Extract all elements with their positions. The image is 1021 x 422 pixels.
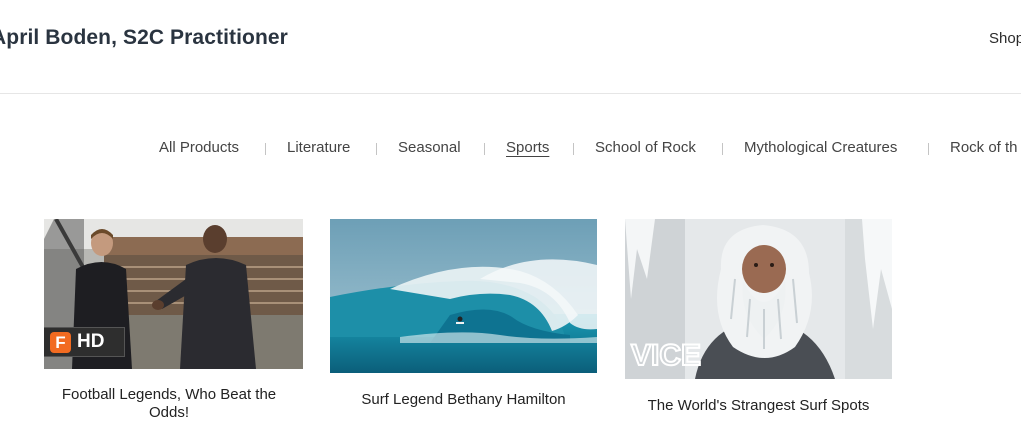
- product-caption[interactable]: Football Legends, Who Beat the Odds!: [44, 386, 294, 422]
- product-thumbnail[interactable]: VICE: [625, 219, 892, 379]
- hd-label: HD: [77, 331, 105, 352]
- nav-separator: [722, 143, 723, 155]
- nav-item-mythological-creatures[interactable]: Mythological Creatures: [744, 139, 897, 156]
- product-caption-line: Odds!: [148, 404, 190, 421]
- product-caption-line: The World's Strangest Surf Spots: [647, 397, 870, 414]
- shop-link[interactable]: Shop: [989, 30, 1021, 47]
- nav-item-school-of-rock[interactable]: School of Rock: [595, 139, 696, 156]
- product-caption-line: Surf Legend Bethany Hamilton: [361, 391, 566, 408]
- nav-item-sports[interactable]: Sports: [506, 139, 549, 156]
- fandango-logo-icon: F: [50, 332, 71, 353]
- nav-separator: [265, 143, 266, 155]
- nav-item-all-products[interactable]: All Products: [159, 139, 239, 156]
- hd-badge: F HD: [44, 327, 125, 357]
- product-caption-line: Football Legends, Who Beat the: [61, 386, 277, 403]
- nav-item-literature[interactable]: Literature: [287, 139, 350, 156]
- nav-item-rock-of-the[interactable]: Rock of th: [950, 139, 1018, 156]
- nav-separator: [484, 143, 485, 155]
- nav-separator: [376, 143, 377, 155]
- product-thumbnail[interactable]: F HD: [44, 219, 303, 369]
- site-header: April Boden, S2C Practitioner Shop: [0, 0, 1021, 94]
- surf-wave-image: [330, 219, 597, 373]
- product-thumbnail[interactable]: [330, 219, 597, 373]
- product-caption[interactable]: The World's Strangest Surf Spots: [625, 397, 892, 415]
- category-nav: All Products Literature Seasonal Sports …: [0, 139, 1021, 161]
- vice-watermark: VICE: [631, 339, 701, 372]
- site-title[interactable]: April Boden, S2C Practitioner: [0, 26, 288, 50]
- product-caption[interactable]: Surf Legend Bethany Hamilton: [330, 391, 597, 409]
- nav-separator: [928, 143, 929, 155]
- nav-item-seasonal[interactable]: Seasonal: [398, 139, 461, 156]
- nav-separator: [573, 143, 574, 155]
- frozen-man-image: VICE: [625, 219, 892, 379]
